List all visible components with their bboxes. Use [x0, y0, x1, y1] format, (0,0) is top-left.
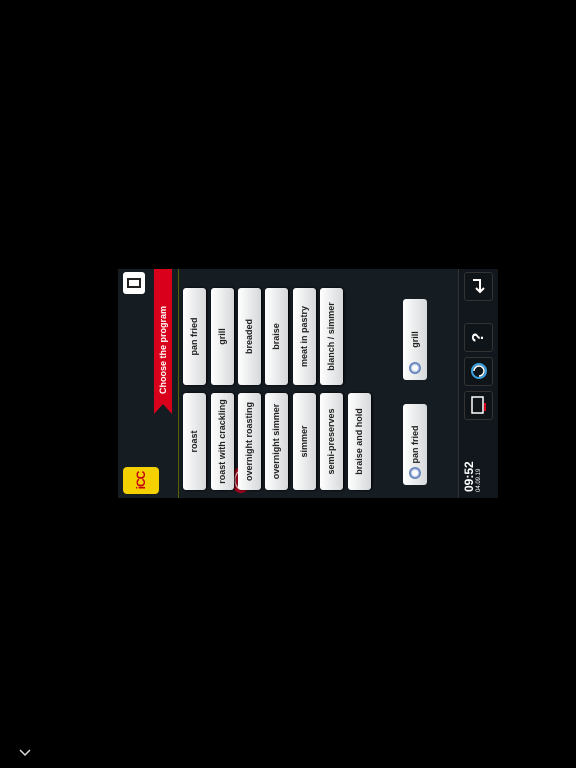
- program-button[interactable]: braise and hold: [348, 393, 371, 490]
- icc-logo: iCC: [123, 467, 159, 494]
- divider: [178, 269, 179, 498]
- favorite-button[interactable]: grill: [403, 299, 427, 380]
- program-button[interactable]: blanch / simmer: [320, 288, 343, 385]
- back-icon[interactable]: [464, 272, 493, 301]
- program-button[interactable]: pan fried: [183, 288, 206, 385]
- program-button[interactable]: braise: [265, 288, 288, 385]
- program-button[interactable]: simmer: [293, 393, 316, 490]
- rotated-ui: iCC Choose the program roast roast with …: [118, 269, 498, 498]
- program-button[interactable]: roast with crackling: [211, 393, 234, 490]
- program-button[interactable]: overnight roasting: [238, 393, 261, 490]
- program-button[interactable]: overnight simmer: [265, 393, 288, 490]
- clock: 09:52 04.09.19: [462, 461, 482, 492]
- oven-screen: iCC Choose the program roast roast with …: [118, 269, 498, 498]
- cooking-monitor-icon[interactable]: [464, 391, 493, 420]
- chevron-down-icon[interactable]: [18, 748, 32, 758]
- menu-button[interactable]: [123, 272, 145, 294]
- favorite-icon: [409, 362, 421, 374]
- page-title: Choose the program: [154, 269, 172, 414]
- favorite-button[interactable]: pan fried: [403, 404, 427, 485]
- program-button[interactable]: breaded: [238, 288, 261, 385]
- program-button[interactable]: roast: [183, 393, 206, 490]
- help-icon[interactable]: ?: [464, 323, 493, 352]
- favorite-icon: [409, 467, 421, 479]
- program-button[interactable]: meat in pastry: [293, 288, 316, 385]
- clean-care-icon[interactable]: [464, 357, 493, 386]
- program-button[interactable]: grill: [211, 288, 234, 385]
- program-button[interactable]: semi-preserves: [320, 393, 343, 490]
